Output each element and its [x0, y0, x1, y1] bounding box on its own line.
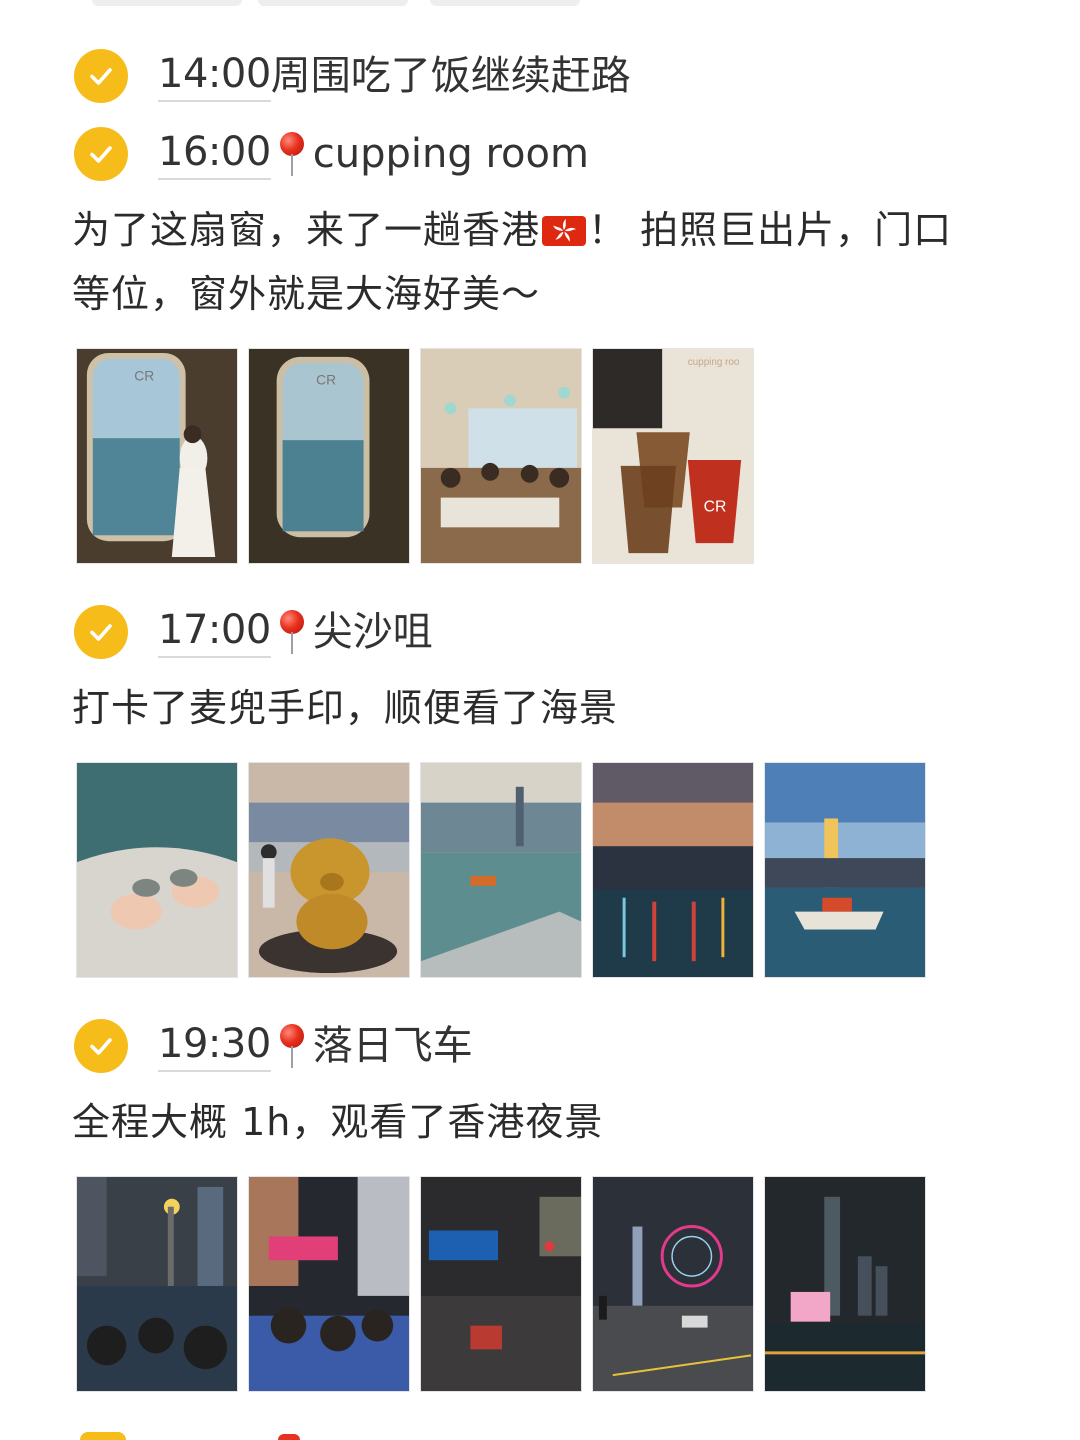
entry-title: 尖沙咀: [312, 609, 433, 655]
boat-skyline-photo[interactable]: [764, 762, 926, 978]
previous-content-edge: [0, 0, 1080, 10]
description-text: 打卡了麦兜手印，顺便看了海景: [72, 686, 619, 730]
cupping-sign: cupping roo: [688, 357, 740, 368]
night-bus-photo-row: [76, 1176, 926, 1392]
description-text-line2: 等位，窗外就是大海好美～: [72, 272, 541, 316]
tsim-sha-tsui-photo-row: [76, 762, 926, 978]
entry-title: 落日飞车: [312, 1023, 473, 1069]
round-pushpin-icon: [279, 1022, 305, 1070]
bus-street-photo[interactable]: [248, 1176, 410, 1392]
bus-tower-photo[interactable]: [76, 1176, 238, 1392]
harbour-sunset-photo[interactable]: [592, 762, 754, 978]
svg-text:CR: CR: [316, 372, 336, 388]
hong-kong-flag-icon: [542, 216, 587, 246]
next-entry-pin-partial: [278, 1434, 300, 1440]
description-text: 全程大概 1h，观看了香港夜景: [72, 1100, 604, 1144]
check-circle-icon: [74, 605, 128, 659]
ferris-wheel-photo[interactable]: [592, 1176, 754, 1392]
check-circle-icon: [74, 127, 128, 181]
iced-coffee-photo[interactable]: cupping roo CR: [592, 348, 754, 564]
entry-4-heading: 19:30 落日飞车: [74, 1018, 473, 1074]
cr-logo: CR: [134, 368, 154, 384]
cupping-room-photo-row: CR CR cupping roo CR: [76, 348, 754, 564]
entry-3-description: 打卡了麦兜手印，顺便看了海景: [72, 676, 1012, 740]
check-circle-icon: [74, 49, 128, 103]
entry-time: 16:00: [158, 128, 271, 180]
entry-time: 17:00: [158, 606, 271, 658]
night-harbour-photo[interactable]: [764, 1176, 926, 1392]
window-sea-photo[interactable]: CR: [248, 348, 410, 564]
entry-1-heading: 14:00 周围吃了饭继续赶路: [74, 48, 631, 104]
entry-3-heading: 17:00 尖沙咀: [74, 604, 433, 660]
entry-2-description: 为了这扇窗，来了一趟香港 ！ 拍照巨出片，门口 等位，窗外就是大海好美～: [72, 198, 1012, 326]
svg-text:CR: CR: [704, 498, 727, 515]
harbour-ferry-photo[interactable]: [420, 762, 582, 978]
description-text-end: ！ 拍照巨出片，门口: [588, 208, 953, 252]
entry-title: cupping room: [312, 131, 589, 177]
traffic-sign-photo[interactable]: [420, 1176, 582, 1392]
entry-time: 19:30: [158, 1020, 271, 1072]
window-woman-photo[interactable]: CR: [76, 348, 238, 564]
entry-title: 周围吃了饭继续赶路: [270, 53, 631, 99]
entry-4-description: 全程大概 1h，观看了香港夜景: [72, 1090, 1012, 1154]
next-entry-check-partial: [80, 1432, 126, 1440]
check-circle-icon: [74, 1019, 128, 1073]
entry-2-heading: 16:00 cupping room: [74, 126, 589, 182]
mcdull-statue-photo[interactable]: [248, 762, 410, 978]
entry-time: 14:00: [158, 50, 271, 102]
round-pushpin-icon: [279, 608, 305, 656]
cafe-interior-photo[interactable]: [420, 348, 582, 564]
round-pushpin-icon: [279, 130, 305, 178]
handprint-photo[interactable]: [76, 762, 238, 978]
description-text: 为了这扇窗，来了一趟香港: [72, 208, 541, 252]
